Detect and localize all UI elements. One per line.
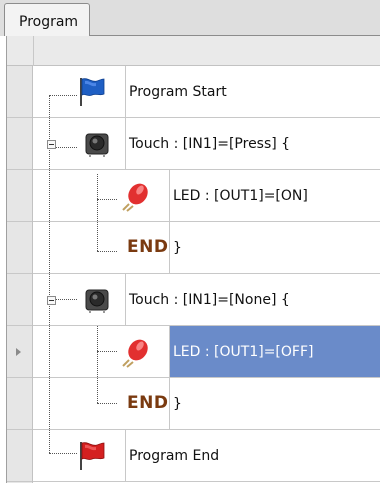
row-label: Program End bbox=[129, 447, 220, 464]
row-label-cell-selected: LED : [OUT1]=[OFF] bbox=[169, 326, 380, 377]
row-touch-press[interactable]: Touch : [IN1]=[Press] { bbox=[33, 118, 380, 170]
row-label: LED : [OUT1]=[OFF] bbox=[173, 343, 314, 360]
gutter-cell[interactable] bbox=[7, 274, 32, 326]
row-label-cell: Program End bbox=[125, 430, 380, 481]
end-block-icon: END bbox=[127, 237, 169, 257]
red-flag-icon bbox=[80, 442, 105, 470]
row-label: Program Start bbox=[129, 83, 227, 100]
gutter-cell[interactable] bbox=[7, 170, 32, 222]
row-label-cell: } bbox=[169, 222, 380, 273]
gutter-cell[interactable] bbox=[7, 66, 32, 118]
blue-flag-icon bbox=[80, 78, 105, 106]
row-end-2[interactable]: END } bbox=[33, 378, 380, 430]
end-block-icon: END bbox=[127, 393, 169, 413]
collapse-icon[interactable] bbox=[47, 296, 56, 305]
row-label: Touch : [IN1]=[Press] { bbox=[129, 135, 291, 152]
row-label: } bbox=[173, 239, 182, 256]
gutter-cell[interactable] bbox=[7, 430, 32, 482]
row-program-end[interactable]: Program End bbox=[33, 430, 380, 482]
row-label-cell: Touch : [IN1]=[Press] { bbox=[125, 118, 380, 169]
row-touch-none[interactable]: Touch : [IN1]=[None] { bbox=[33, 274, 380, 326]
row-label-cell: } bbox=[169, 378, 380, 429]
tab-program[interactable]: Program bbox=[4, 3, 90, 36]
gutter-cell[interactable] bbox=[7, 222, 32, 274]
row-label-cell: Touch : [IN1]=[None] { bbox=[125, 274, 380, 325]
touch-sensor-icon bbox=[85, 289, 109, 313]
tab-label: Program bbox=[19, 14, 79, 30]
tab-strip: Program bbox=[0, 0, 380, 36]
collapse-icon[interactable] bbox=[47, 140, 56, 149]
row-led-off[interactable]: LED : [OUT1]=[OFF] bbox=[33, 326, 380, 378]
row-gutter bbox=[7, 66, 33, 483]
led-icon bbox=[122, 339, 148, 368]
row-program-start[interactable]: Program Start bbox=[33, 66, 380, 118]
row-label-cell: LED : [OUT1]=[ON] bbox=[169, 170, 380, 221]
row-led-on[interactable]: LED : [OUT1]=[ON] bbox=[33, 170, 380, 222]
touch-sensor-icon bbox=[85, 133, 109, 157]
row-end-1[interactable]: END } bbox=[33, 222, 380, 274]
header-separator bbox=[33, 36, 34, 66]
row-label-cell: Program Start bbox=[125, 66, 380, 117]
led-icon bbox=[122, 183, 148, 212]
program-grid: Program Start Touch : [IN1]=[Press] { LE… bbox=[6, 36, 380, 483]
row-pointer-icon bbox=[16, 348, 21, 356]
gutter-cell[interactable] bbox=[7, 326, 32, 378]
gutter-cell[interactable] bbox=[7, 378, 32, 430]
row-label: } bbox=[173, 395, 182, 412]
row-label: LED : [OUT1]=[ON] bbox=[173, 187, 308, 204]
gutter-cell[interactable] bbox=[7, 118, 32, 170]
grid-header-row bbox=[7, 36, 380, 66]
row-label: Touch : [IN1]=[None] { bbox=[129, 291, 290, 308]
